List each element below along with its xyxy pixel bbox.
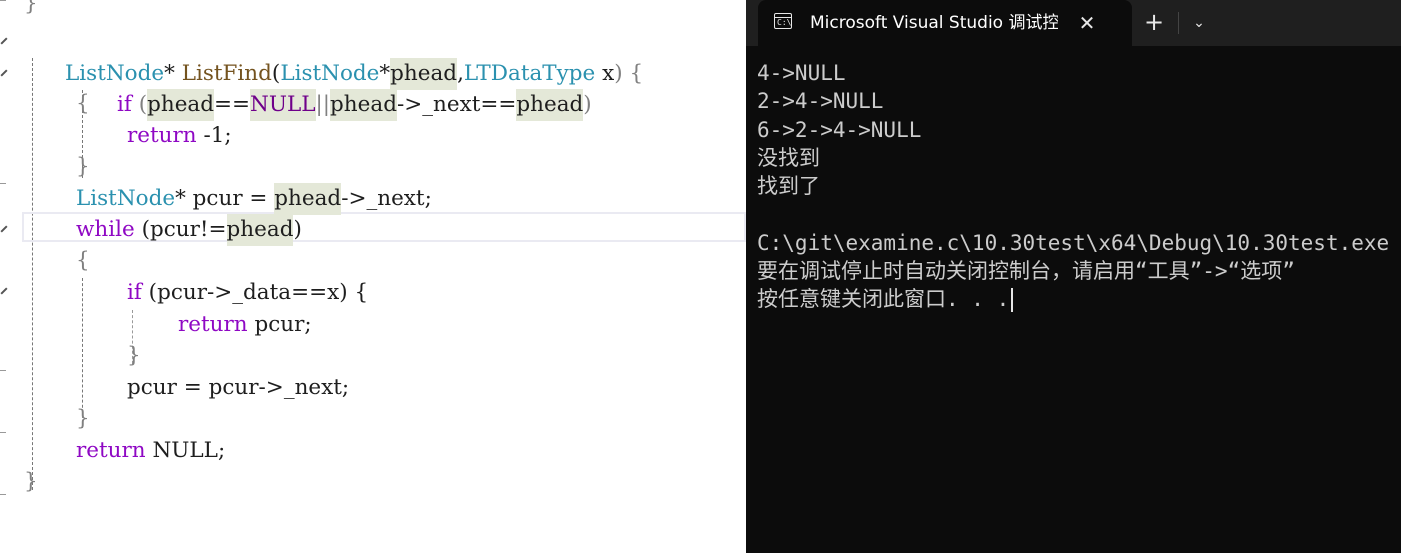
output-line: 没找到 (757, 145, 820, 170)
code-line-advance[interactable]: pcur = pcur->_next; (0, 372, 746, 404)
code-line-close[interactable]: } (0, 151, 746, 183)
code-line-close[interactable]: } (0, 466, 746, 498)
code-line-return-pcur[interactable]: return pcur; (0, 309, 746, 341)
code-text: } (76, 154, 90, 179)
code-line-close[interactable]: } (0, 340, 746, 372)
code-line-close[interactable]: } (0, 403, 746, 435)
token: ->_next; (341, 186, 432, 211)
code-editor[interactable]: } ListNode* ListFind(ListNode*phead,LTDa… (0, 0, 746, 553)
chevron-down-icon[interactable]: ⌄ (1186, 0, 1212, 46)
console-output[interactable]: 4->NULL 2->4->NULL 6->2->4->NULL 没找到 找到了… (757, 59, 1397, 314)
output-line: 2->4->NULL (757, 89, 884, 114)
divider (1178, 12, 1179, 34)
code-text: { (76, 248, 90, 273)
code-line-return-neg[interactable]: return -1; (0, 120, 746, 152)
code-line-while[interactable]: while (pcur!=phead) (0, 214, 746, 246)
output-text: 按任意键关闭此窗口. . . (757, 287, 1010, 312)
code-text: } (24, 469, 38, 494)
debug-console-window[interactable]: C:\ Microsoft Visual Studio 调试控制台 ✕ + ⌄ … (746, 0, 1401, 553)
keyword: if (127, 280, 142, 305)
output-line: 找到了 (757, 174, 820, 199)
terminal-icon: C:\ (774, 13, 792, 29)
code-line-if[interactable]: if (phead==NULL||phead->_next==phead) (0, 57, 746, 121)
tab-debug-console[interactable]: C:\ Microsoft Visual Studio 调试控制台 ✕ (758, 0, 1132, 46)
keyword: return (127, 123, 197, 148)
keyword: return (76, 438, 146, 463)
token: NULL; (145, 438, 226, 463)
code-line-inner-if[interactable]: if (pcur->_data==x) { (0, 277, 746, 309)
code-text: } (127, 343, 141, 368)
code-text: pcur = pcur->_next; (127, 375, 350, 400)
code-line-pcur-decl[interactable]: ListNode* pcur = phead->_next; (0, 183, 746, 215)
output-line: C:\git\examine.c\10.30test\x64\Debug\10.… (757, 230, 1390, 255)
new-tab-button[interactable]: + (1140, 0, 1168, 46)
token: (pcur->_data==x) { (141, 280, 369, 305)
output-line-prompt: 按任意键关闭此窗口. . . (757, 285, 1401, 313)
code-line-open[interactable]: { (0, 88, 746, 120)
output-line: 4->NULL (757, 61, 846, 85)
identifier-highlight: phead (226, 214, 294, 246)
keyword: while (76, 217, 135, 242)
keyword: return (178, 312, 248, 337)
token: pcur; (247, 312, 312, 337)
close-icon[interactable]: ✕ (1074, 0, 1100, 46)
code-text: { (76, 91, 90, 116)
code-text: } (24, 0, 38, 16)
code-line-open[interactable]: { (0, 245, 746, 277)
type-token: ListNode (76, 186, 176, 211)
tab-title: Microsoft Visual Studio 调试控制台 (810, 13, 1058, 33)
code-text: } (76, 406, 90, 431)
identifier-highlight: phead (274, 183, 342, 215)
tab-bar: C:\ Microsoft Visual Studio 调试控制台 ✕ + ⌄ (746, 0, 1401, 46)
output-line: 要在调试停止时自动关闭控制台，请启用“工具”->“选项” (757, 259, 1295, 284)
token: ) (293, 217, 302, 242)
token: -1; (196, 123, 232, 148)
output-line: 6->2->4->NULL (757, 117, 922, 142)
code-line-0: } (0, 0, 746, 20)
gutter-tick (0, 0, 6, 1)
text-cursor (1011, 288, 1014, 313)
code-line-return-null[interactable]: return NULL; (0, 435, 746, 467)
code-line-signature[interactable]: ListNode* ListFind(ListNode*phead,LTData… (0, 26, 746, 90)
token: * pcur = (175, 186, 275, 211)
token: (pcur!= (134, 217, 227, 242)
